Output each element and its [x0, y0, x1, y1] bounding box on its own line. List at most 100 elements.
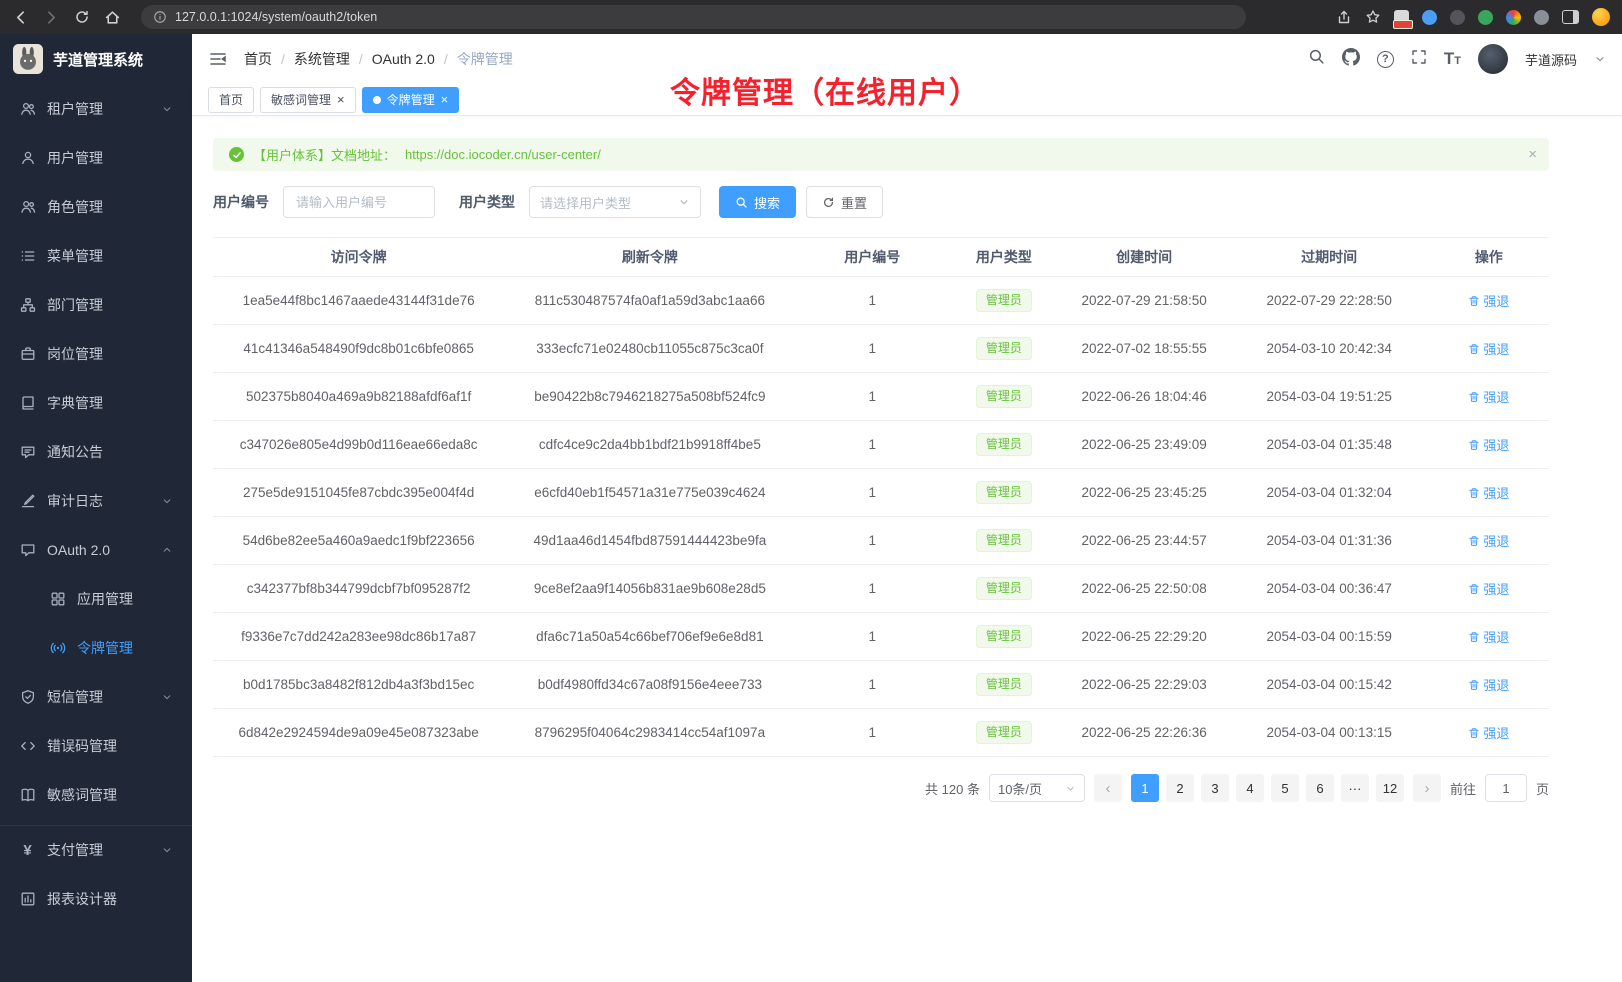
force-logout-button[interactable]: 强退: [1468, 339, 1509, 358]
back-icon[interactable]: [12, 9, 29, 26]
search-icon[interactable]: [1308, 48, 1325, 70]
access-token-cell: 41c41346a548490f9dc8b01c6bfe0865: [213, 341, 504, 356]
page-button-1[interactable]: 1: [1131, 774, 1159, 802]
user-id-cell: 1: [795, 725, 949, 740]
created-time-cell: 2022-06-25 22:50:08: [1059, 581, 1230, 596]
sidebar-item-role[interactable]: 角色管理: [0, 182, 192, 231]
access-token-cell: c347026e805e4d99b0d116eae66eda8c: [213, 437, 504, 452]
sidebar-item-sms[interactable]: 短信管理: [0, 672, 192, 721]
user-type-placeholder: 请选择用户类型: [540, 193, 631, 212]
doc-link[interactable]: https://doc.iocoder.cn/user-center/: [405, 147, 601, 162]
created-time-cell: 2022-07-29 21:58:50: [1059, 293, 1230, 308]
user-avatar[interactable]: [1478, 44, 1508, 74]
sidebar-item-token[interactable]: 令牌管理: [0, 623, 192, 672]
search-button[interactable]: 搜索: [719, 186, 796, 218]
next-page-button[interactable]: ›: [1413, 774, 1441, 802]
tab-敏感词管理[interactable]: 敏感词管理×: [260, 87, 356, 113]
force-logout-button[interactable]: 强退: [1468, 627, 1509, 646]
sidebar-item-dict[interactable]: 字典管理: [0, 378, 192, 427]
page-button-5[interactable]: 5: [1271, 774, 1299, 802]
report-icon: [19, 891, 36, 907]
force-logout-button[interactable]: 强退: [1468, 531, 1509, 550]
page-button-12[interactable]: 12: [1376, 774, 1404, 802]
bookmark-star-icon[interactable]: [1365, 9, 1381, 25]
sidebar-item-oauth[interactable]: OAuth 2.0: [0, 525, 192, 574]
side-panel-icon[interactable]: [1562, 10, 1579, 24]
extension-paw-icon[interactable]: [1534, 10, 1549, 25]
url-bar[interactable]: 127.0.0.1:1024/system/oauth2/token: [141, 5, 1246, 29]
sidebar-item-log[interactable]: 审计日志: [0, 476, 192, 525]
help-icon[interactable]: ?: [1377, 51, 1394, 68]
force-logout-button[interactable]: 强退: [1468, 291, 1509, 310]
tab-close-icon[interactable]: ×: [441, 93, 449, 106]
page-button-6[interactable]: 6: [1306, 774, 1334, 802]
force-logout-button[interactable]: 强退: [1468, 387, 1509, 406]
page-size-select[interactable]: 10条/页: [989, 774, 1085, 802]
menu-fold-icon[interactable]: [208, 49, 228, 69]
user-type-select[interactable]: 请选择用户类型: [529, 186, 701, 218]
col-access-token: 访问令牌: [213, 247, 504, 267]
prev-page-button[interactable]: ‹: [1094, 774, 1122, 802]
tab-首页[interactable]: 首页: [208, 87, 254, 113]
log-icon: [19, 493, 36, 509]
fullscreen-icon[interactable]: [1411, 49, 1427, 70]
extension-green-icon[interactable]: [1478, 10, 1493, 25]
user-id-cell: 1: [795, 437, 949, 452]
app-logo-row[interactable]: 芋道管理系统: [0, 34, 192, 84]
tab-令牌管理[interactable]: 令牌管理×: [362, 87, 460, 113]
access-token-cell: 502375b8040a469a9b82188afdf6af1f: [213, 389, 504, 404]
dict-icon: [19, 395, 36, 411]
chevron-down-icon[interactable]: [1594, 53, 1606, 65]
extension-blue-icon[interactable]: [1422, 10, 1437, 25]
breadcrumb-home[interactable]: 首页: [244, 49, 272, 69]
force-logout-button[interactable]: 强退: [1468, 723, 1509, 742]
user-id-input[interactable]: [283, 186, 435, 218]
breadcrumb-system[interactable]: 系统管理: [294, 49, 350, 69]
user-icon: [19, 150, 36, 166]
user-type-badge: 管理员: [976, 673, 1032, 696]
refresh-token-cell: cdfc4ce9c2da4bb1bdf21b9918ff4be5: [504, 437, 795, 452]
sidebar-item-sensitive[interactable]: 敏感词管理: [0, 770, 192, 819]
refresh-token-cell: e6cfd40eb1f54571a31e775e039c4624: [504, 485, 795, 500]
sidebar-item-user[interactable]: 用户管理: [0, 133, 192, 182]
sidebar-item-notice[interactable]: 通知公告: [0, 427, 192, 476]
extension-color-icon[interactable]: [1506, 10, 1521, 25]
site-info-icon[interactable]: [153, 10, 167, 24]
alert-text: 【用户体系】文档地址：: [253, 145, 396, 164]
github-icon[interactable]: [1342, 48, 1360, 71]
page-button-4[interactable]: 4: [1236, 774, 1264, 802]
alert-close-icon[interactable]: ×: [1528, 146, 1537, 163]
reload-icon[interactable]: [74, 9, 90, 25]
sidebar-item-post[interactable]: 岗位管理: [0, 329, 192, 378]
tab-close-icon[interactable]: ×: [337, 93, 345, 106]
share-icon[interactable]: [1336, 9, 1352, 25]
forward-icon[interactable]: [43, 9, 60, 26]
extension-icon[interactable]: [1394, 10, 1409, 25]
force-logout-button[interactable]: 强退: [1468, 435, 1509, 454]
home-icon[interactable]: [104, 9, 121, 26]
page-button-3[interactable]: 3: [1201, 774, 1229, 802]
menu-icon: [19, 248, 36, 264]
url-text: 127.0.0.1:1024/system/oauth2/token: [175, 10, 377, 24]
user-type-badge: 管理员: [976, 577, 1032, 600]
extension-dark-icon[interactable]: [1450, 10, 1465, 25]
page-button-2[interactable]: 2: [1166, 774, 1194, 802]
force-logout-button[interactable]: 强退: [1468, 675, 1509, 694]
sidebar-item-pay[interactable]: ¥支付管理: [0, 825, 192, 874]
force-logout-button[interactable]: 强退: [1468, 579, 1509, 598]
sidebar-item-dept[interactable]: 部门管理: [0, 280, 192, 329]
force-logout-button[interactable]: 强退: [1468, 483, 1509, 502]
sidebar-item-tenant[interactable]: 租户管理: [0, 84, 192, 133]
sidebar-item-menu[interactable]: 菜单管理: [0, 231, 192, 280]
sidebar-item-app[interactable]: 应用管理: [0, 574, 192, 623]
sidebar-item-report[interactable]: 报表设计器: [0, 874, 192, 923]
browser-profile-avatar[interactable]: [1592, 8, 1610, 26]
goto-page-input[interactable]: [1485, 774, 1527, 802]
more-pages-button[interactable]: ···: [1341, 774, 1369, 802]
refresh-token-cell: 333ecfc71e02480cb11055c875c3ca0f: [504, 341, 795, 356]
breadcrumb-oauth[interactable]: OAuth 2.0: [372, 51, 435, 67]
reset-button[interactable]: 重置: [806, 186, 883, 218]
sidebar-item-errcode[interactable]: 错误码管理: [0, 721, 192, 770]
user-id-cell: 1: [795, 341, 949, 356]
font-size-icon[interactable]: TT: [1444, 49, 1461, 69]
